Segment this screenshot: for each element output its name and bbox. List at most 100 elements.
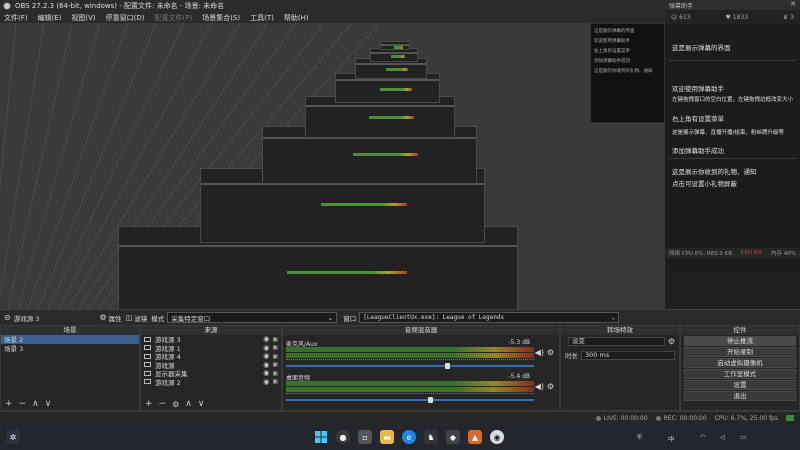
app-icon[interactable]: ◆: [446, 430, 460, 444]
close-icon[interactable]: ✕: [790, 0, 796, 8]
gift-message: 点击可设置小礼物屏蔽: [672, 180, 737, 188]
visibility-eye-icon[interactable]: ◉: [263, 361, 269, 369]
file-explorer-icon[interactable]: ▬: [380, 430, 394, 444]
control-button[interactable]: 设置: [684, 380, 796, 390]
move-down-icon[interactable]: ∨: [198, 399, 205, 409]
danmaku-panel-title: 弹幕助手: [669, 2, 694, 10]
visibility-eye-icon[interactable]: ◉: [263, 344, 269, 352]
nested-meter: [287, 271, 407, 274]
lock-icon[interactable]: ▣: [272, 353, 278, 360]
control-button[interactable]: 停止推流: [684, 336, 796, 346]
window-dropdown[interactable]: [LeagueClientUx.exe]: League of Legends …: [359, 312, 620, 323]
windows-logo-icon: [315, 431, 327, 443]
ime-indicator[interactable]: 中: [668, 433, 675, 443]
overlay-line: 这是展示弹幕的界面: [594, 29, 635, 34]
lock-icon[interactable]: ▣: [272, 336, 278, 343]
source-label: 游戏源 2: [155, 378, 181, 387]
preview-canvas[interactable]: [0, 23, 665, 309]
nested-meter: [321, 203, 407, 206]
fans-count: ♥ 1833: [725, 13, 749, 21]
lock-icon[interactable]: ▣: [272, 378, 278, 385]
transition-type-dropdown[interactable]: 淡变: [568, 337, 665, 346]
search-icon[interactable]: ●: [336, 430, 350, 444]
lock-icon[interactable]: ▣: [272, 370, 278, 377]
volume-slider-track[interactable]: [286, 365, 534, 367]
menu-item[interactable]: 文件(F): [4, 13, 28, 23]
source-type-icon: [144, 345, 151, 351]
signal-icon: [786, 415, 794, 421]
gear-icon[interactable]: ⚙: [668, 337, 675, 346]
transitions-header: 转场特效: [561, 326, 679, 335]
add-icon[interactable]: +: [5, 399, 13, 409]
gear-icon[interactable]: ⚙: [172, 400, 179, 409]
speaker-icon[interactable]: ◀): [535, 382, 544, 391]
volume-slider-handle[interactable]: [427, 397, 433, 403]
app-icon[interactable]: ▲: [468, 430, 482, 444]
lock-icon[interactable]: ▣: [272, 344, 278, 351]
chat-message: 欢迎使用弹幕助手: [672, 85, 724, 93]
volume-slider-handle[interactable]: [445, 363, 451, 369]
menu-item[interactable]: 配置文件(P): [155, 13, 193, 23]
control-button[interactable]: 启动虚拟摄像机: [684, 358, 796, 368]
filters-button[interactable]: ◫ 滤镜: [126, 313, 148, 323]
edge-icon[interactable]: e: [402, 430, 416, 444]
visibility-eye-icon[interactable]: ◉: [263, 352, 269, 360]
speaker-icon[interactable]: ◁: [720, 433, 725, 441]
remove-icon[interactable]: −: [19, 399, 27, 409]
source-item[interactable]: 游戏源 2 ◉ ▣: [141, 378, 281, 387]
source-type-icon: [144, 353, 151, 359]
mode-dropdown[interactable]: 采集特定窗口 ⌄: [167, 312, 338, 323]
menu-item[interactable]: 场景集合(S): [202, 13, 240, 23]
chat-message: 这是展示弹幕的界面: [672, 44, 731, 52]
live-status: LIVE: 00:00:00: [595, 415, 648, 422]
source-type-icon: [144, 379, 151, 385]
remove-icon[interactable]: −: [159, 399, 167, 409]
move-up-icon[interactable]: ∧: [32, 399, 39, 409]
speaker-icon[interactable]: ◀): [535, 348, 544, 357]
source-type-icon: [144, 370, 151, 376]
duration-input[interactable]: 300 ms: [581, 350, 675, 360]
cpu-status: CPU: 6.7%, 25.00 fps: [714, 414, 778, 422]
lock-icon[interactable]: ▣: [272, 361, 278, 368]
task-view-icon[interactable]: ▫: [358, 430, 372, 444]
obs-taskbar-icon[interactable]: ◉: [490, 430, 504, 444]
menu-item[interactable]: 视图(V): [71, 13, 95, 23]
shield-icon[interactable]: ⛨: [637, 433, 642, 442]
memory-status: 内存 40%: [771, 251, 796, 257]
mixer-channel: 麦克风/Aux -5.3 dB ◀) ⚙: [286, 339, 556, 369]
channel-db: -5.4 dB: [508, 373, 530, 380]
gear-icon[interactable]: ⚙: [547, 382, 554, 391]
gear-icon[interactable]: ⚙: [547, 348, 554, 357]
source-type-icon: [144, 362, 151, 368]
mode-selector: 模式 采集特定窗口 ⌄: [151, 312, 338, 323]
transition-duration-row: 时长 300 ms: [561, 348, 679, 362]
visibility-eye-icon[interactable]: ◉: [263, 335, 269, 343]
control-button[interactable]: 开始录制: [684, 347, 796, 357]
menu-item[interactable]: 编辑(E): [38, 13, 62, 23]
visibility-eye-icon[interactable]: ◉: [263, 378, 269, 386]
move-up-icon[interactable]: ∧: [185, 399, 192, 409]
game-icon[interactable]: ♞: [424, 430, 438, 444]
filter-icon: ◫: [125, 313, 133, 322]
menu-item[interactable]: 帮助(H): [284, 13, 309, 23]
add-icon[interactable]: +: [145, 399, 153, 409]
scene-item[interactable]: 场景 3: [1, 344, 139, 353]
danmaku-panel-header[interactable]: 弹幕助手 ✕: [665, 0, 800, 10]
chat-message: 右上角有设置菜单: [672, 115, 724, 123]
control-button[interactable]: 工作室模式: [684, 369, 796, 379]
wifi-icon[interactable]: ◠: [700, 433, 706, 441]
properties-button[interactable]: ⚙ 属性: [99, 313, 121, 323]
battery-icon[interactable]: ▭: [740, 433, 746, 441]
menu-item[interactable]: 工具(T): [250, 13, 274, 23]
volume-slider-track[interactable]: [286, 399, 534, 401]
move-down-icon[interactable]: ∨: [45, 399, 52, 409]
source-toolbar: ⊝ 游戏源 3 ⚙ 属性 ◫ 滤镜 模式 采集特定窗口 ⌄ 窗口 [League…: [0, 309, 800, 325]
danmaku-helper-panel[interactable]: 弹幕助手 ✕ ☺ 613 ♥ 1833 ♛ 3 这是展示弹幕的界面 欢迎使用弹幕…: [665, 0, 800, 268]
start-icon[interactable]: [314, 430, 328, 444]
widget-icon[interactable]: ✲: [6, 430, 20, 444]
menu-item[interactable]: 停靠窗口(D): [106, 13, 145, 23]
visibility-eye-icon[interactable]: ◉: [263, 369, 269, 377]
nested-preview-frame: [370, 48, 418, 62]
network-status: 网络 CPU 6%, RES 0 KB: [669, 251, 733, 257]
control-button[interactable]: 退出: [684, 391, 796, 401]
